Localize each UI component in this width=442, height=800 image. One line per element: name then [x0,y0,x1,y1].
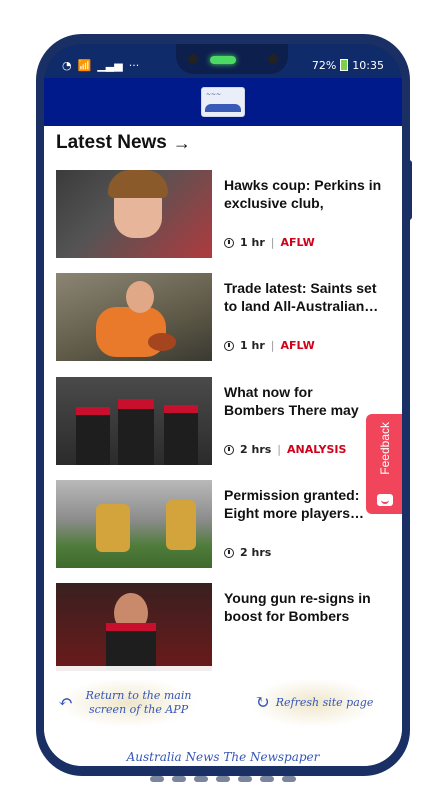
news-thumbnail[interactable] [56,377,212,465]
news-time: 1 hr [240,339,265,352]
clock-icon [224,237,234,248]
news-thumbnail[interactable] [56,170,212,258]
refresh-label: Refresh site page [275,696,374,709]
news-thumbnail[interactable] [56,583,212,671]
phone-frame: ◔ 📶 ▁▃▅ ··· 72% 10:35 ~~~ Latest News → [36,34,410,782]
clock-time: 10:35 [352,58,384,72]
app-logo[interactable]: ~~~ [201,87,245,117]
battery-percent: 72% [311,58,337,72]
logo-script: ~~~ [206,91,222,98]
refresh-button[interactable]: ↻ Refresh site page [250,678,378,728]
signal-icon: 📶 [77,58,92,72]
arrow-right-icon: → [172,132,191,153]
news-headline[interactable]: Hawks coup: Perkins in exclusive club, G… [224,176,384,214]
news-meta: 1 hr | AFLW [224,339,315,352]
more-icon: ··· [128,58,140,72]
meta-separator: | [270,339,275,352]
logo-wave [205,104,241,112]
signal-icon-2: ▁▃▅ [97,58,123,72]
feedback-label: Feedback [378,422,392,475]
return-main-button[interactable]: ↶ Return to the main screen of the APP [58,678,198,728]
refresh-icon: ↻ [254,692,270,713]
news-headline[interactable]: Permission granted: Eight more players… [224,486,384,522]
bottom-bezel-dots [150,776,296,782]
battery-icon [340,59,349,71]
news-time: 2 hrs [240,546,272,559]
feedback-tab[interactable]: Feedback [366,414,402,514]
app-header: ~~~ [44,78,402,126]
status-bar: ◔ 📶 ▁▃▅ ··· 72% 10:35 [62,56,384,74]
news-item[interactable]: Hawks coup: Perkins in exclusive club, G… [56,170,402,260]
news-time: 2 hrs [240,443,272,456]
news-thumbnail[interactable] [56,480,212,568]
smiley-icon [377,494,393,506]
news-thumbnail[interactable] [56,273,212,361]
news-time: 1 hr [240,236,265,249]
news-item[interactable]: What now for Bombers There may be worse … [56,377,402,467]
brand-footer: Australia News The Newspaper [126,750,320,764]
news-tag[interactable]: ANALYSIS [287,443,346,456]
content-area: Latest News → Hawks coup: Perkins in exc… [44,126,402,766]
news-tag[interactable]: AFLW [280,339,314,352]
news-item[interactable]: Young gun re-signs in boost for Bombers [56,583,402,673]
return-icon: ↶ [58,692,74,713]
section-title-text: Latest News [56,132,167,153]
news-meta: 2 hrs | ANALYSIS [224,443,346,456]
clock-icon [224,444,234,455]
screen: ◔ 📶 ▁▃▅ ··· 72% 10:35 ~~~ Latest News → [44,44,402,766]
meta-separator: | [270,236,275,249]
news-meta: 1 hr | AFLW [224,236,315,249]
return-label: Return to the main screen of the APP [85,689,192,716]
side-button[interactable] [406,160,412,220]
news-headline[interactable]: Young gun re-signs in boost for Bombers [224,589,384,625]
clock-icon [224,340,234,351]
clock-icon [224,547,234,558]
section-title[interactable]: Latest News → [56,132,191,154]
bottom-action-bar: ↶ Return to the main screen of the APP ↻… [44,666,402,766]
news-headline[interactable]: What now for Bombers There may be worse … [224,383,374,421]
news-item[interactable]: Permission granted: Eight more players… … [56,480,402,570]
news-tag[interactable]: AFLW [280,236,314,249]
news-headline[interactable]: Trade latest: Saints set to land All-Aus… [224,279,384,315]
news-meta: 2 hrs [224,546,271,559]
wifi-icon: ◔ [62,58,72,72]
news-item[interactable]: Trade latest: Saints set to land All-Aus… [56,273,402,363]
meta-separator: | [277,443,282,456]
